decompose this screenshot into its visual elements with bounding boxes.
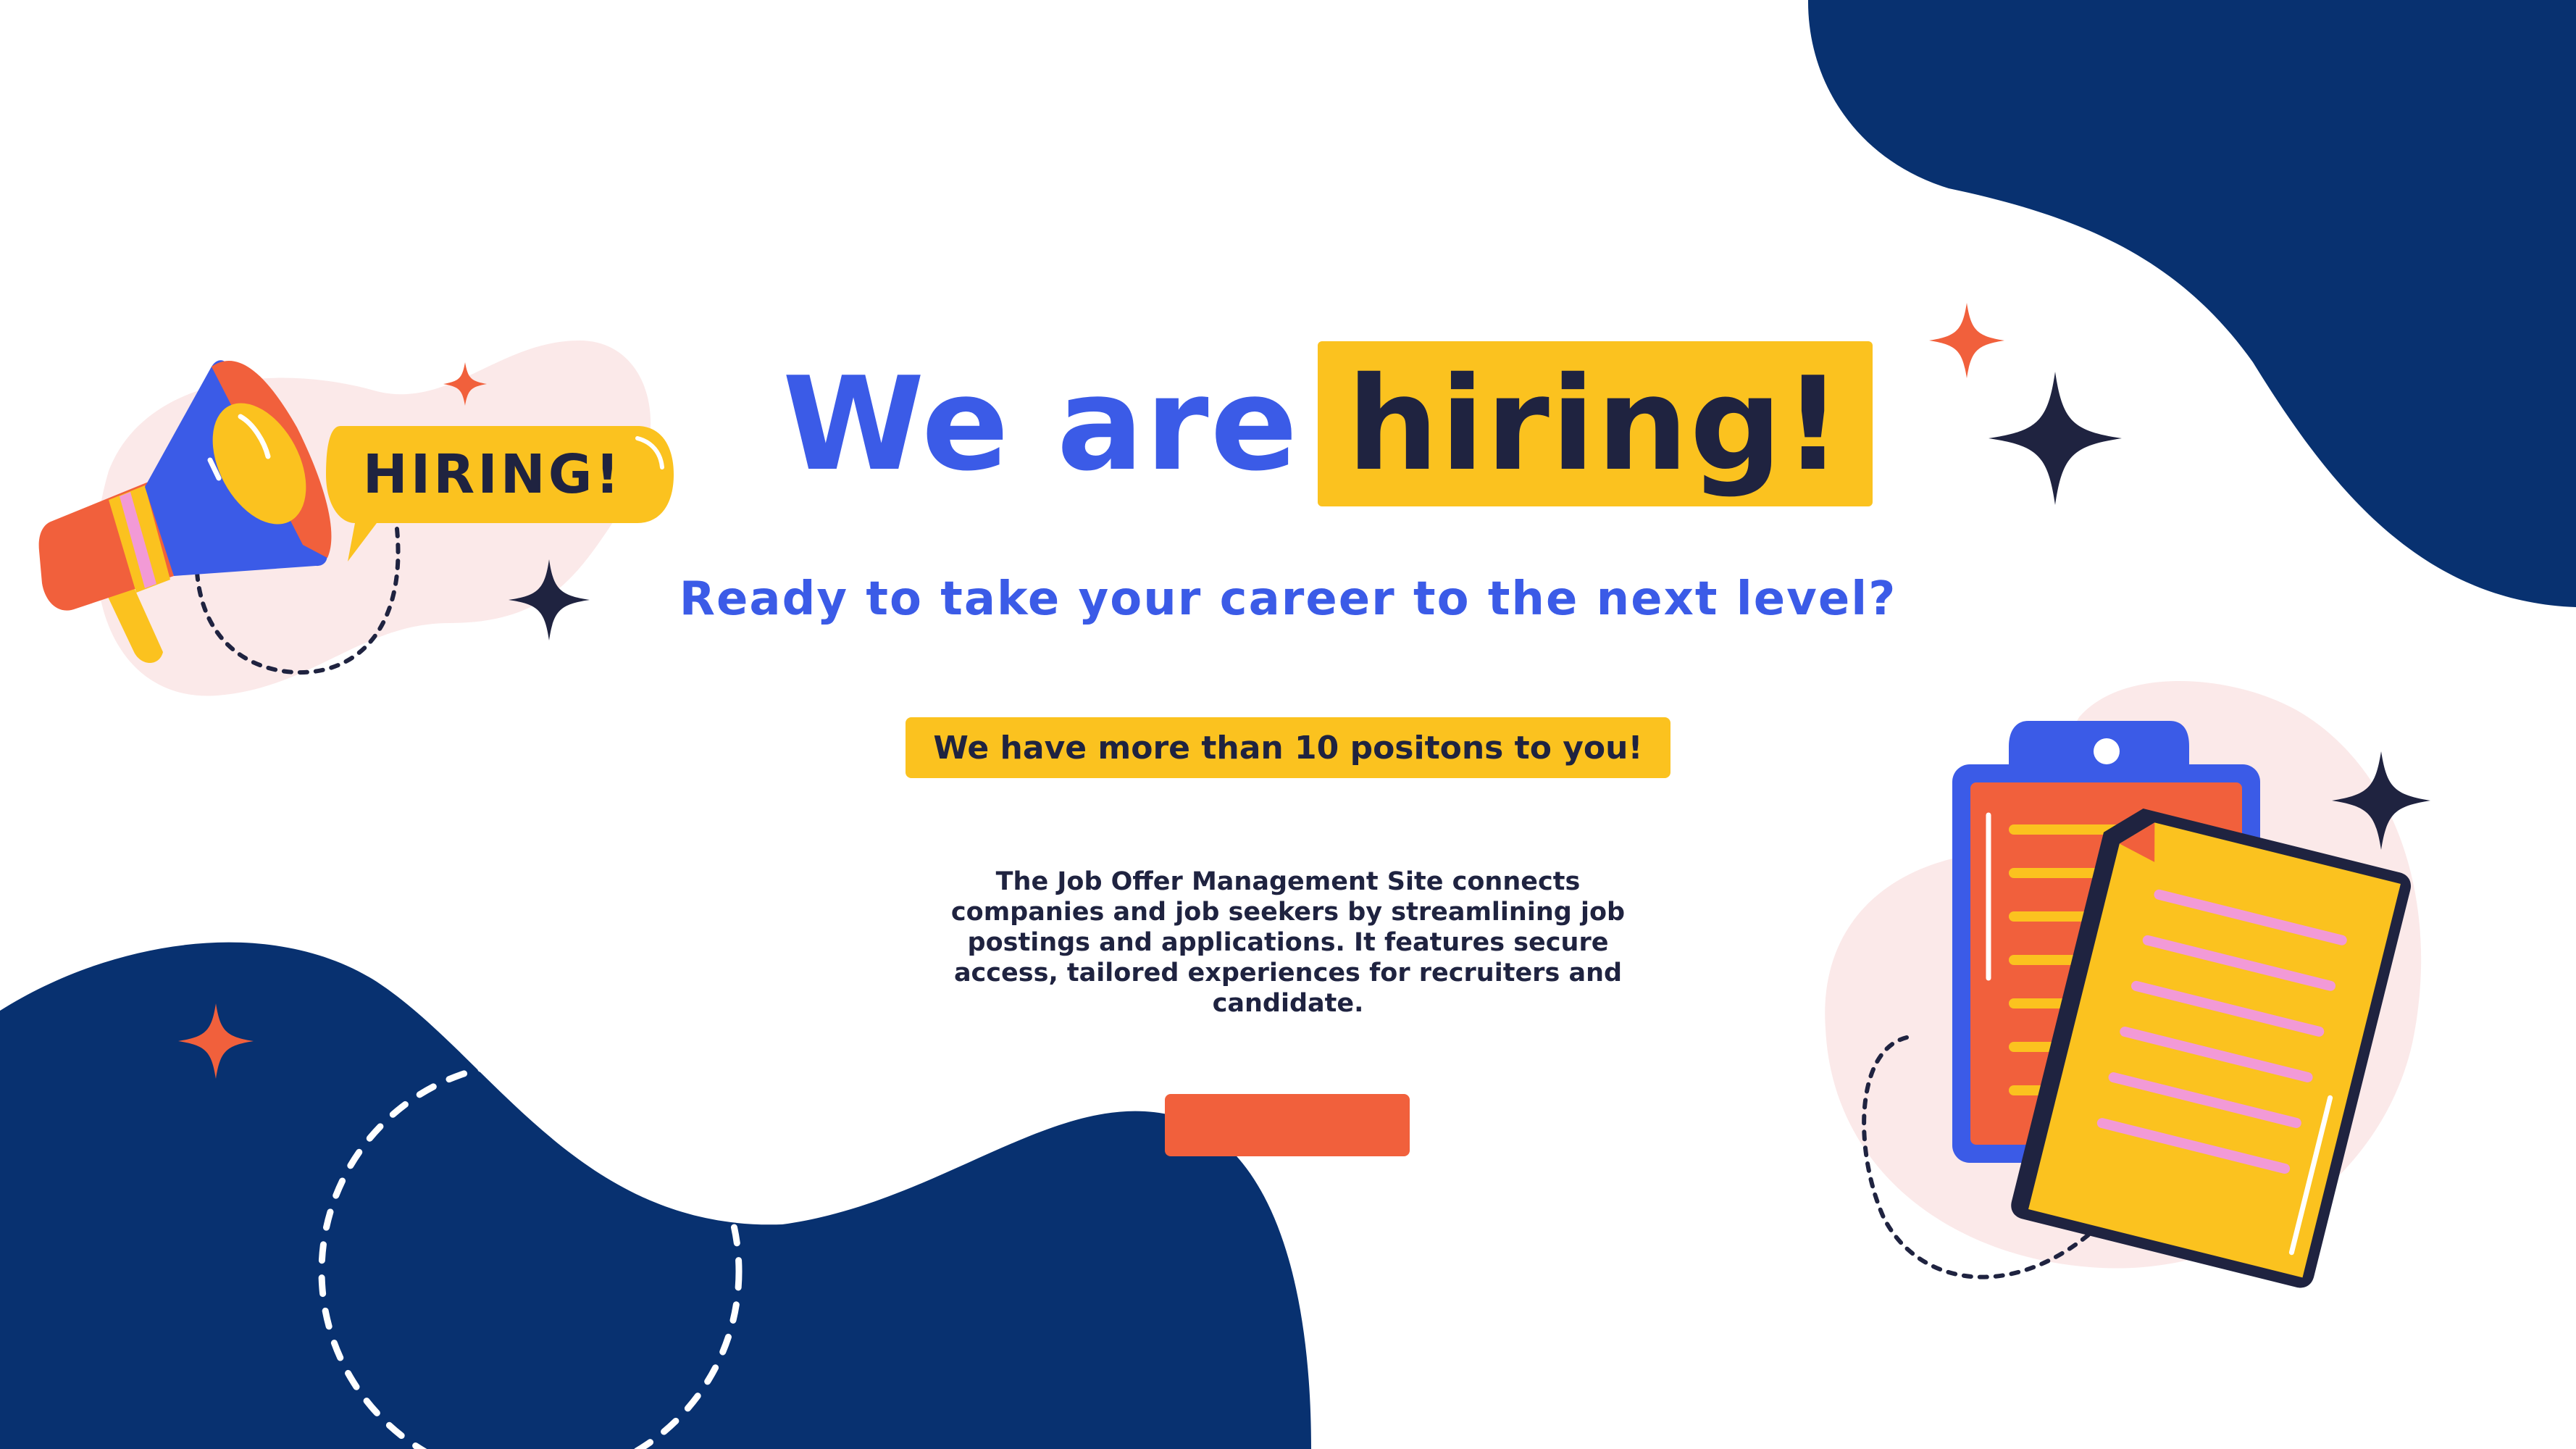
cta-button[interactable] — [1165, 1094, 1410, 1156]
headline-highlight: hiring! — [1318, 341, 1873, 506]
headline-lead: We are — [782, 348, 1300, 499]
site-description: The Job Offer Management Site connects c… — [950, 867, 1626, 1018]
positions-badge: We have more than 10 positons to you! — [906, 717, 1670, 778]
headline: We are hiring! — [782, 337, 1873, 511]
positions-badge-wrap: We have more than 10 positons to you! — [0, 717, 2576, 778]
subheadline: Ready to take your career to the next le… — [679, 572, 1897, 626]
hiring-banner: HIRING! We are hiring! Ready to take you… — [0, 0, 2576, 1449]
